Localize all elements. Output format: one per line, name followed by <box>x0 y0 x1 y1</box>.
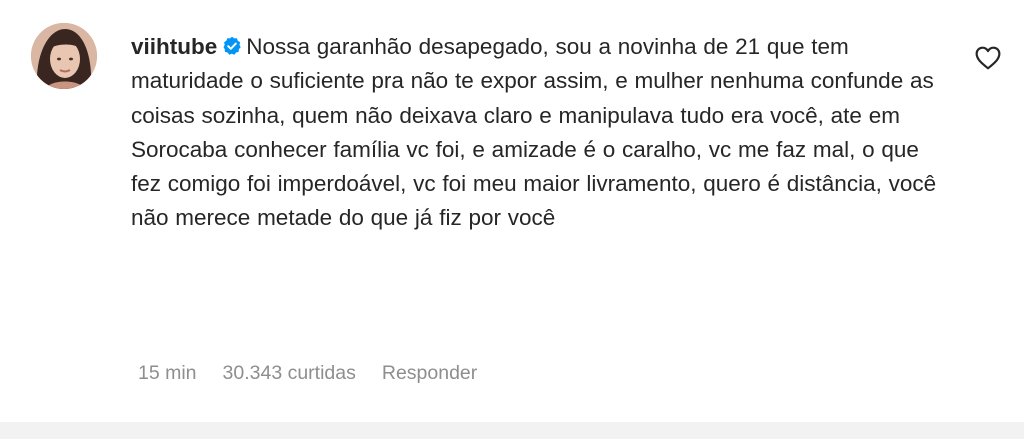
reply-button[interactable]: Responder <box>382 362 477 385</box>
page-footer-band <box>0 422 1024 439</box>
comment-body: viihtube Nossa garanhão desapegado, sou a… <box>131 30 951 236</box>
heart-outline-icon[interactable] <box>975 46 1001 70</box>
avatar[interactable] <box>31 23 97 89</box>
comment-text: Nossa garanhão desapegado, sou a novinha… <box>131 34 937 231</box>
comment-time[interactable]: 15 min <box>138 362 197 385</box>
avatar-image <box>31 23 97 89</box>
comment-meta: 15 min 30.343 curtidas Responder <box>138 362 477 385</box>
comment-text-block: viihtube Nossa garanhão desapegado, sou a… <box>131 30 951 236</box>
username-link[interactable]: viihtube <box>131 34 217 59</box>
comment-item: viihtube Nossa garanhão desapegado, sou a… <box>0 0 1024 422</box>
verified-badge-icon <box>223 36 241 55</box>
likes-count[interactable]: 30.343 curtidas <box>223 362 356 385</box>
